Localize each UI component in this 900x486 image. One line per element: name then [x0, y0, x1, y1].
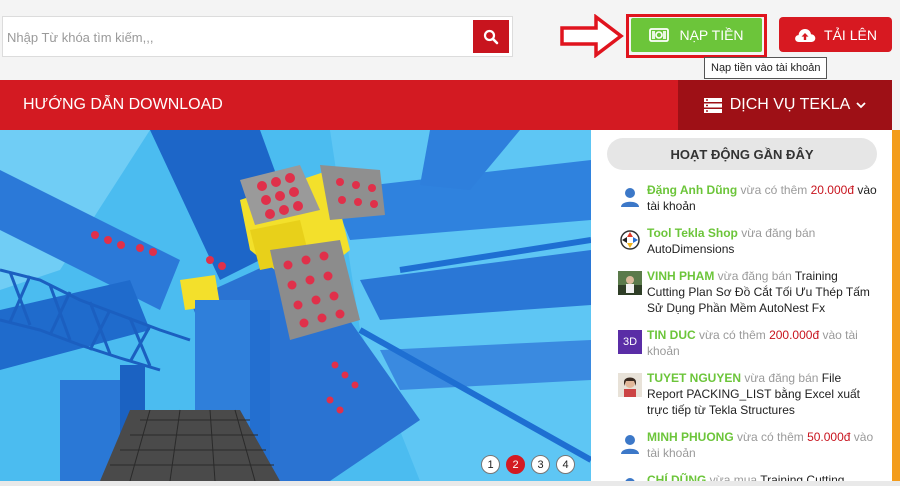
activity-amount: 200.000đ	[769, 328, 820, 342]
bottom-edge	[0, 481, 900, 486]
tai-len-button[interactable]: TẢI LÊN	[779, 17, 892, 52]
activity-detail[interactable]: Training Cutting	[760, 473, 844, 481]
slider-dot-1[interactable]: 1	[481, 455, 500, 474]
activity-action: vừa có thêm	[733, 430, 808, 444]
recent-activity-panel: HOẠT ĐỘNG GẦN ĐÂY Đặng Anh Dũng vừa có t…	[591, 130, 892, 481]
recent-activity-heading: HOẠT ĐỘNG GẦN ĐÂY	[607, 138, 877, 170]
person-icon	[618, 185, 642, 209]
activity-action: vừa mua	[706, 473, 761, 481]
activity-action: vừa đăng bán	[741, 371, 822, 385]
activity-user[interactable]: TUYET NGUYEN	[647, 371, 741, 385]
money-icon	[649, 28, 670, 42]
steel-structure-image	[0, 130, 591, 481]
dich-vu-label: DỊCH VỤ TEKLA	[729, 96, 851, 113]
activity-item: Tool Tekla Shop vừa đăng bán AutoDimensi…	[618, 225, 878, 257]
activity-item: VINH PHAM vừa đăng bán Training Cutting …	[618, 268, 878, 316]
search-icon	[483, 29, 499, 44]
activity-item: Đặng Anh Dũng vừa có thêm 20.000đ vào tà…	[618, 182, 878, 214]
activity-item: TUYET NGUYEN vừa đăng bán File Report PA…	[618, 370, 878, 418]
search-input[interactable]	[7, 25, 467, 49]
activity-user[interactable]: TIN DUC	[647, 328, 696, 342]
cloud-upload-icon	[794, 27, 816, 43]
activity-user[interactable]: Đặng Anh Dũng	[647, 183, 737, 197]
activity-amount: 20.000đ	[810, 183, 855, 197]
nap-tien-label: NẠP TIỀN	[679, 27, 744, 43]
activity-action: vừa đăng bán	[714, 269, 795, 283]
person-icon	[618, 432, 642, 456]
nav-gap	[892, 80, 900, 130]
nav-huong-dan-download[interactable]: HƯỚNG DẪN DOWNLOAD	[23, 80, 223, 130]
activity-action: vừa có thêm	[737, 183, 811, 197]
server-icon	[703, 97, 722, 113]
activity-user[interactable]: Tool Tekla Shop	[647, 226, 738, 240]
activity-user[interactable]: CHÍ DŨNG	[647, 473, 706, 481]
slider-dot-4[interactable]: 4	[556, 455, 575, 474]
nap-tien-button[interactable]: NẠP TIỀN	[631, 18, 762, 52]
activity-item: CHÍ DŨNG vừa mua Training Cutting	[618, 472, 878, 481]
3d-badge: 3D	[618, 330, 642, 354]
activity-amount: 50.000đ	[807, 430, 851, 444]
activity-user[interactable]: VINH PHAM	[647, 269, 714, 283]
activity-detail[interactable]: AutoDimensions	[647, 242, 734, 256]
sidebar-accent-strip	[892, 130, 900, 481]
nav-dich-vu-tekla[interactable]: DỊCH VỤ TEKLA	[678, 80, 892, 130]
shop-logo-icon	[618, 228, 642, 252]
slider-dot-2[interactable]: 2	[506, 455, 525, 474]
main-nav: HƯỚNG DẪN DOWNLOAD DỊCH VỤ TEKLA	[0, 80, 892, 130]
chevron-down-icon	[856, 101, 866, 109]
search-box	[2, 16, 513, 57]
activity-action: vừa có thêm	[695, 328, 770, 342]
activity-item: MINH PHUONG vừa có thêm 50.000đ vào tài …	[618, 429, 878, 461]
activity-action: vừa đăng bán	[737, 226, 816, 240]
3d-badge-label: 3D	[622, 336, 638, 348]
top-bar: NẠP TIỀN TẢI LÊN Nạp tiền vào tài khoản	[0, 0, 900, 80]
tooltip: Nạp tiền vào tài khoản	[704, 57, 828, 79]
slider-dot-3[interactable]: 3	[531, 455, 550, 474]
search-button[interactable]	[473, 20, 509, 53]
photo-avatar	[618, 373, 642, 397]
photo-avatar	[618, 271, 642, 295]
activity-feed[interactable]: Đặng Anh Dũng vừa có thêm 20.000đ vào tà…	[618, 182, 878, 481]
slider-pagination: 1 2 3 4	[481, 455, 581, 474]
activity-item: 3D TIN DUC vừa có thêm 200.000đ vào tài …	[618, 327, 878, 359]
activity-user[interactable]: MINH PHUONG	[647, 430, 734, 444]
tai-len-label: TẢI LÊN	[824, 26, 877, 43]
arrow-right-icon	[560, 14, 624, 58]
banner-slider[interactable]	[0, 130, 591, 481]
